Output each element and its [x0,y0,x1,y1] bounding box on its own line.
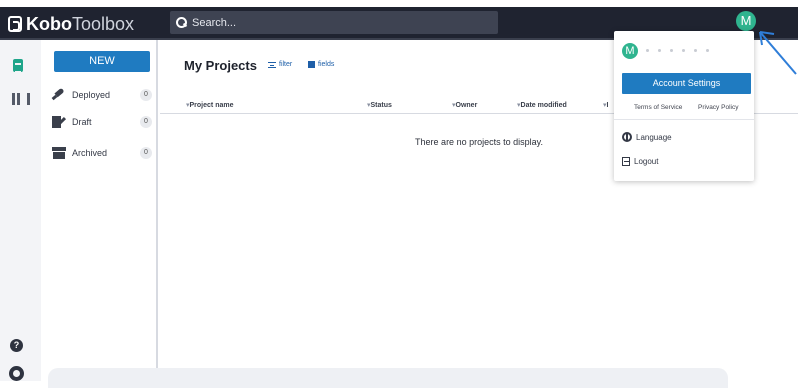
filter-icon [268,61,276,68]
sidebar-item-deployed[interactable]: Deployed 0 [52,86,152,104]
account-dropdown-menu: M Account Settings Terms of Service Priv… [614,31,754,181]
new-project-button[interactable]: NEW [54,51,150,72]
column-status[interactable]: Status [367,101,392,109]
bottom-bar [48,368,728,388]
privacy-policy-link[interactable]: Privacy Policy [698,104,738,111]
count-badge: 0 [140,116,152,128]
sidebar-item-archived[interactable]: Archived 0 [52,144,152,162]
sidebar-item-label: Archived [72,148,108,158]
archive-icon [52,147,66,159]
rocket-icon [52,89,66,101]
column-project-name[interactable]: Project name [186,101,234,109]
fields-icon [308,61,315,68]
kobo-logo-icon [8,16,22,32]
kobotoolbox-logo[interactable]: KoboToolbox [8,14,134,34]
column-truncated[interactable]: I [603,101,609,109]
language-label: Language [636,132,672,142]
menu-divider [614,119,754,120]
account-settings-button[interactable]: Account Settings [622,73,751,94]
globe-icon [622,132,632,142]
language-menu-item[interactable]: Language [622,132,672,142]
search-placeholder: Search... [192,16,237,29]
github-icon[interactable] [9,366,24,381]
draft-icon [52,116,66,128]
search-input[interactable]: Search... [170,11,498,34]
projects-sidebar: NEW Deployed 0 Draft 0 Archived 0 [41,40,158,381]
search-icon [176,17,187,28]
filter-label: filter [279,61,293,68]
logo-wordmark: KoboToolbox [26,13,135,34]
column-owner[interactable]: Owner [452,101,478,109]
help-icon[interactable]: ? [10,339,23,352]
logout-label: Logout [634,157,659,166]
sidebar-item-label: Deployed [72,90,111,100]
logout-icon [622,157,630,166]
count-badge: 0 [140,89,152,101]
legal-links: Terms of Service Privacy Policy [614,101,754,117]
filter-button[interactable]: filter [268,61,292,68]
left-icon-rail: ? [0,40,41,381]
count-badge: 0 [140,147,152,159]
pointer-arrow-annotation [759,31,797,75]
sidebar-item-draft[interactable]: Draft 0 [52,113,152,131]
logout-menu-item[interactable]: Logout [622,157,658,166]
account-name-redacted [646,49,746,53]
library-icon[interactable] [10,91,30,107]
fields-label: fields [318,61,335,68]
column-date-modified[interactable]: Date modified [517,101,567,109]
projects-forms-icon[interactable] [10,58,26,74]
account-avatar: M [622,43,638,59]
fields-button[interactable]: fields [308,61,334,68]
terms-of-service-link[interactable]: Terms of Service [634,104,682,111]
sidebar-item-label: Draft [72,117,92,127]
page-title: My Projects [184,58,257,73]
account-avatar-button[interactable]: M [736,11,756,31]
